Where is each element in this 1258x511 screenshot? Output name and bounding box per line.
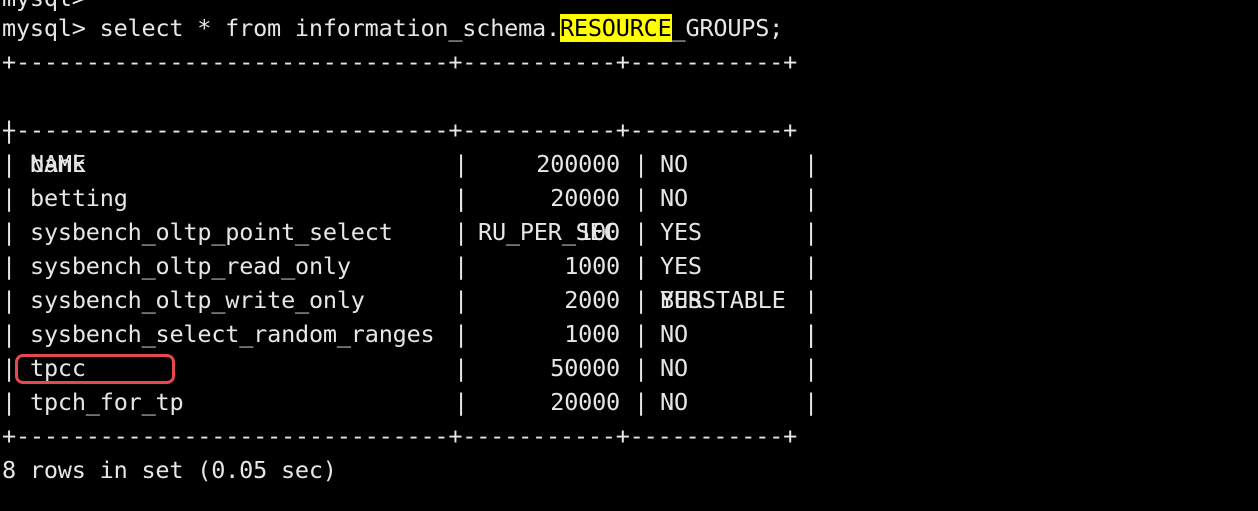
table-row: | tpch_for_tp | 20000 | NO | [2,385,822,419]
command-text-end: _GROUPS; [671,14,784,42]
cell-name: sysbench_oltp_write_only [30,286,365,314]
cell-burstable: NO [660,150,688,178]
cell-name: sysbench_select_random_ranges [30,320,435,348]
cell-burstable: NO [660,354,688,382]
table-row: | sysbench_select_random_ranges | 1000 | NO | [2,317,822,351]
cell-ru-per-sec: 20000 [550,184,620,212]
cell-name: sysbench_oltp_point_select [30,218,393,246]
sql-command-line: mysql> select * from information_schema.… [2,11,783,45]
command-text: select * from information_schema. [85,14,561,42]
cell-burstable: NO [660,184,688,212]
cell-ru-per-sec: 1000 [564,252,620,280]
cell-ru-per-sec: 20000 [550,388,620,416]
cell-ru-per-sec: 100 [578,218,620,246]
cell-ru-per-sec: 2000 [564,286,620,314]
cell-name: tpch_for_tp [30,388,184,416]
cell-burstable: YES [660,252,702,280]
cell-ru-per-sec: 200000 [536,150,620,178]
table-row: | betting | 20000 | NO | [2,181,822,215]
terminal-window[interactable]: mysql> mysql> select * from information_… [0,0,1258,511]
cell-burstable: NO [660,388,688,416]
cell-name: sysbench_oltp_read_only [30,252,351,280]
cell-burstable: YES [660,218,702,246]
cell-name: betting [30,184,128,212]
table-border-bottom: +-------------------------------+-------… [2,422,798,450]
table-border-top: +-------------------------------+-------… [2,48,798,76]
result-summary: 8 rows in set (0.05 sec) [2,456,337,484]
table-border-mid: +-------------------------------+-------… [2,116,798,144]
cell-ru-per-sec: 1000 [564,320,620,348]
cell-name: bank [30,150,86,178]
cell-burstable: YES [660,286,702,314]
prompt: mysql> [2,14,86,42]
cell-burstable: NO [660,320,688,348]
table-row: | bank | 200000 | NO | [2,147,822,181]
table-row: | sysbench_oltp_point_select | 100 | YES | [2,215,822,249]
cell-ru-per-sec: 50000 [550,354,620,382]
table-row: | sysbench_oltp_write_only | 2000 | YES | [2,283,822,317]
table-header-row: | NAME | RU_PER_SEC | BURSTABLE | [2,116,818,348]
table-row: | sysbench_oltp_read_only | 1000 | YES | [2,249,822,283]
highlighted-search-term: RESOURCE [559,14,672,42]
highlight-annotation-box [15,354,175,384]
